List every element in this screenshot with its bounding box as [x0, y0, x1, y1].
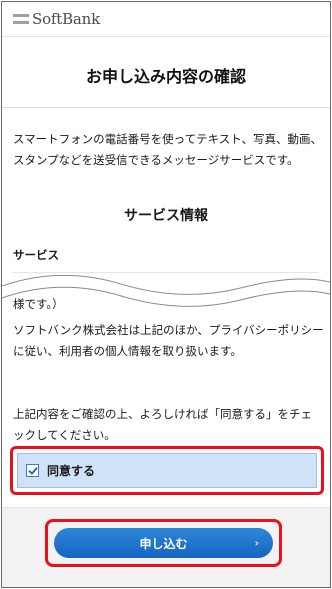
title-area: お申し込み内容の確認	[2, 37, 330, 108]
section-title-service-info: サービス情報	[124, 208, 208, 224]
logo-text: SoftBank	[32, 10, 101, 28]
torn-page-divider	[2, 274, 330, 307]
service-field-label: サービス	[13, 248, 59, 262]
top-bar: SoftBank	[2, 2, 330, 37]
confirm-instruction: 上記内容をご確認の上、よろしければ「同意する」をチェックしてください。	[13, 407, 312, 442]
checkmark-icon	[28, 466, 37, 474]
softbank-logo: SoftBank	[13, 10, 100, 28]
agree-checkbox[interactable]	[26, 464, 39, 477]
page-title: お申し込み内容の確認	[85, 67, 246, 86]
agree-highlight: 同意する	[10, 446, 324, 495]
agree-label: 同意する	[47, 464, 96, 478]
chevron-right-icon: ›	[254, 536, 259, 550]
logo-bars-icon	[13, 14, 29, 24]
submit-button[interactable]: 申し込む ›	[54, 528, 273, 558]
submit-highlight: 申し込む ›	[45, 519, 282, 567]
agree-checkbox-row[interactable]: 同意する	[17, 453, 317, 488]
page-frame: SoftBank お申し込み内容の確認 スマートフォンの電話番号を使ってテキスト…	[1, 1, 331, 588]
continued-text: 様です。）	[13, 297, 64, 311]
privacy-text: ソフトバンク株式会社は上記のほか、プライバシーポリシーに従い、利用者の個人情報を…	[13, 323, 324, 358]
service-description: スマートフォンの電話番号を使ってテキスト、写真、動画、スタンプなどを送受信できる…	[13, 132, 323, 167]
submit-button-label: 申し込む	[139, 536, 188, 551]
